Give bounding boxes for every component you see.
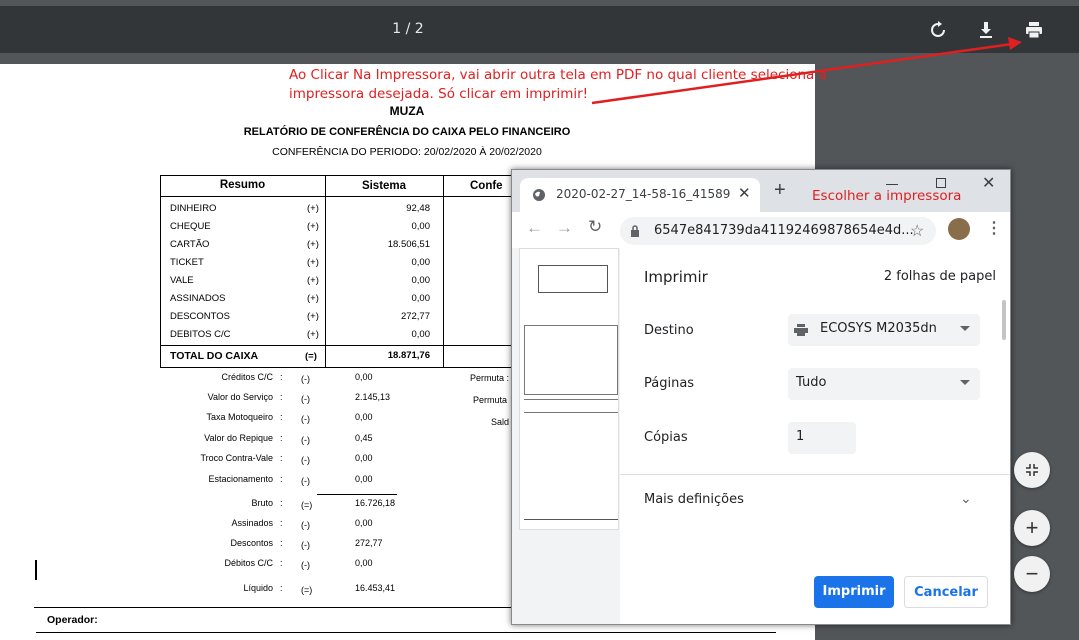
menu-icon[interactable]: ⋮ <box>986 218 1002 238</box>
url-text: 6547e841739da41192469878654e4d... <box>654 223 914 238</box>
destination-label: Destino <box>644 323 694 338</box>
annotation-note-2: Escolher a impressora <box>812 188 962 204</box>
chevron-down-icon[interactable]: ⌄ <box>960 490 972 507</box>
globe-icon <box>533 189 545 201</box>
new-tab-icon[interactable]: + <box>774 179 786 202</box>
chevron-down-icon <box>960 326 970 331</box>
fit-icon <box>1026 464 1038 476</box>
copies-value: 1 <box>796 429 805 444</box>
printer-icon <box>794 324 808 336</box>
browser-tab[interactable]: 2020-02-27_14-58-16_41589 ✕ <box>520 178 760 212</box>
cancel-button[interactable]: Cancelar <box>904 576 988 608</box>
zoom-in-button[interactable]: + <box>1014 510 1050 546</box>
more-settings[interactable]: Mais definições <box>644 492 744 507</box>
reload-icon[interactable]: ↻ <box>588 217 602 237</box>
preview-column <box>512 248 620 624</box>
print-title: Imprimir <box>644 268 708 286</box>
print-button[interactable]: Imprimir <box>814 576 894 608</box>
page-preview <box>519 248 619 530</box>
chevron-down-icon <box>960 380 970 385</box>
omnibox[interactable]: 6547e841739da41192469878654e4d... ☆ <box>620 217 936 245</box>
fit-page-button[interactable] <box>1014 452 1050 488</box>
maximize-icon[interactable] <box>936 178 946 188</box>
copies-label: Cópias <box>644 430 688 445</box>
zoom-out-button[interactable]: − <box>1014 556 1050 592</box>
star-icon[interactable]: ☆ <box>910 221 924 241</box>
destination-value: ECOSYS M2035dn <box>820 321 937 336</box>
minimize-icon[interactable] <box>886 184 898 185</box>
print-dialog: 2020-02-27_14-58-16_41589 ✕ + Escolher a… <box>511 169 1011 625</box>
close-window-icon[interactable]: ✕ <box>982 173 995 193</box>
print-settings-panel: Imprimir 2 folhas de papel Destino ECOSY… <box>620 248 1010 624</box>
destination-select[interactable]: ECOSYS M2035dn <box>788 314 980 346</box>
close-tab-icon[interactable]: ✕ <box>738 184 751 202</box>
pages-label: Páginas <box>644 376 695 391</box>
copies-input[interactable]: 1 <box>788 422 856 454</box>
avatar[interactable] <box>948 218 970 240</box>
pages-value: Tudo <box>796 375 827 390</box>
pages-select[interactable]: Tudo <box>788 368 980 400</box>
back-icon[interactable]: ← <box>526 218 543 238</box>
sheet-count: 2 folhas de papel <box>883 269 996 284</box>
lock-icon <box>631 225 639 237</box>
address-bar: ← → ↻ 6547e841739da41192469878654e4d... … <box>512 212 1010 248</box>
tab-strip: 2020-02-27_14-58-16_41589 ✕ + Escolher a… <box>512 170 1010 212</box>
scrollbar[interactable] <box>1002 300 1006 340</box>
tab-title: 2020-02-27_14-58-16_41589 <box>556 187 731 201</box>
forward-icon[interactable]: → <box>556 218 573 238</box>
